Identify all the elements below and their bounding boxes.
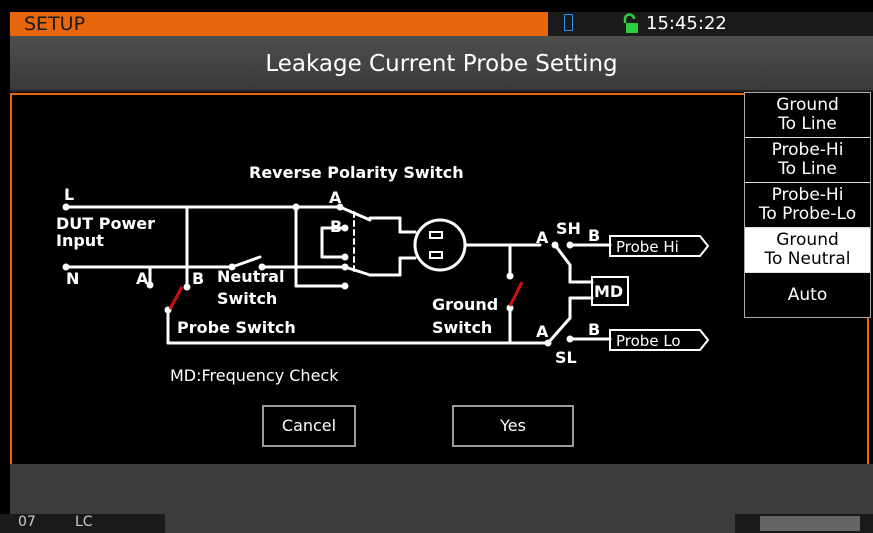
rp-B-label: B [330,217,342,236]
probe-switch-label: Probe Switch [177,318,296,337]
menu-probe-hi-to-probe-lo[interactable]: Probe-Hi To Probe-Lo [745,183,870,228]
sl-label: SL [555,348,577,367]
md-caption: MD:Frequency Check [170,366,339,385]
menu-probe-hi-to-line[interactable]: Probe-Hi To Line [745,138,870,183]
yes-button[interactable]: Yes [452,405,574,447]
rp-A-label: A [329,188,342,207]
cancel-button[interactable]: Cancel [262,405,356,447]
menu-ground-to-line[interactable]: Ground To Line [745,93,870,138]
reverse-polarity-label: Reverse Polarity Switch [249,163,464,182]
neutral-switch-label-1: Neutral [217,267,284,286]
terminal-N-label: N [66,269,79,288]
probe-A-label: A [136,269,149,288]
sh-label: SH [556,219,581,238]
neutral-switch-label-2: Switch [217,289,277,308]
probe-B-label: B [192,269,204,288]
probe-mode-menu: Ground To Line Probe-Hi To Line Probe-Hi To… [744,92,871,318]
ground-switch-label-1: Ground [432,295,498,314]
menu-auto[interactable]: Auto [745,273,870,317]
probe-lo-label: Probe Lo [616,332,681,350]
dut-input-label: Input [56,231,104,250]
ground-switch-label-2: Switch [432,318,492,337]
sl-A-label: A [536,322,549,341]
sh-A-label: A [536,228,549,247]
probe-circuit-diagram: Reverse Polarity Switch L DUT Power Inpu… [56,163,710,367]
terminal-L-label: L [64,185,74,204]
md-label: MD [594,282,623,301]
sl-B-label: B [588,320,600,339]
sh-B-label: B [588,226,600,245]
menu-ground-to-neutral[interactable]: Ground To Neutral [745,228,870,273]
probe-hi-label: Probe Hi [616,238,679,256]
